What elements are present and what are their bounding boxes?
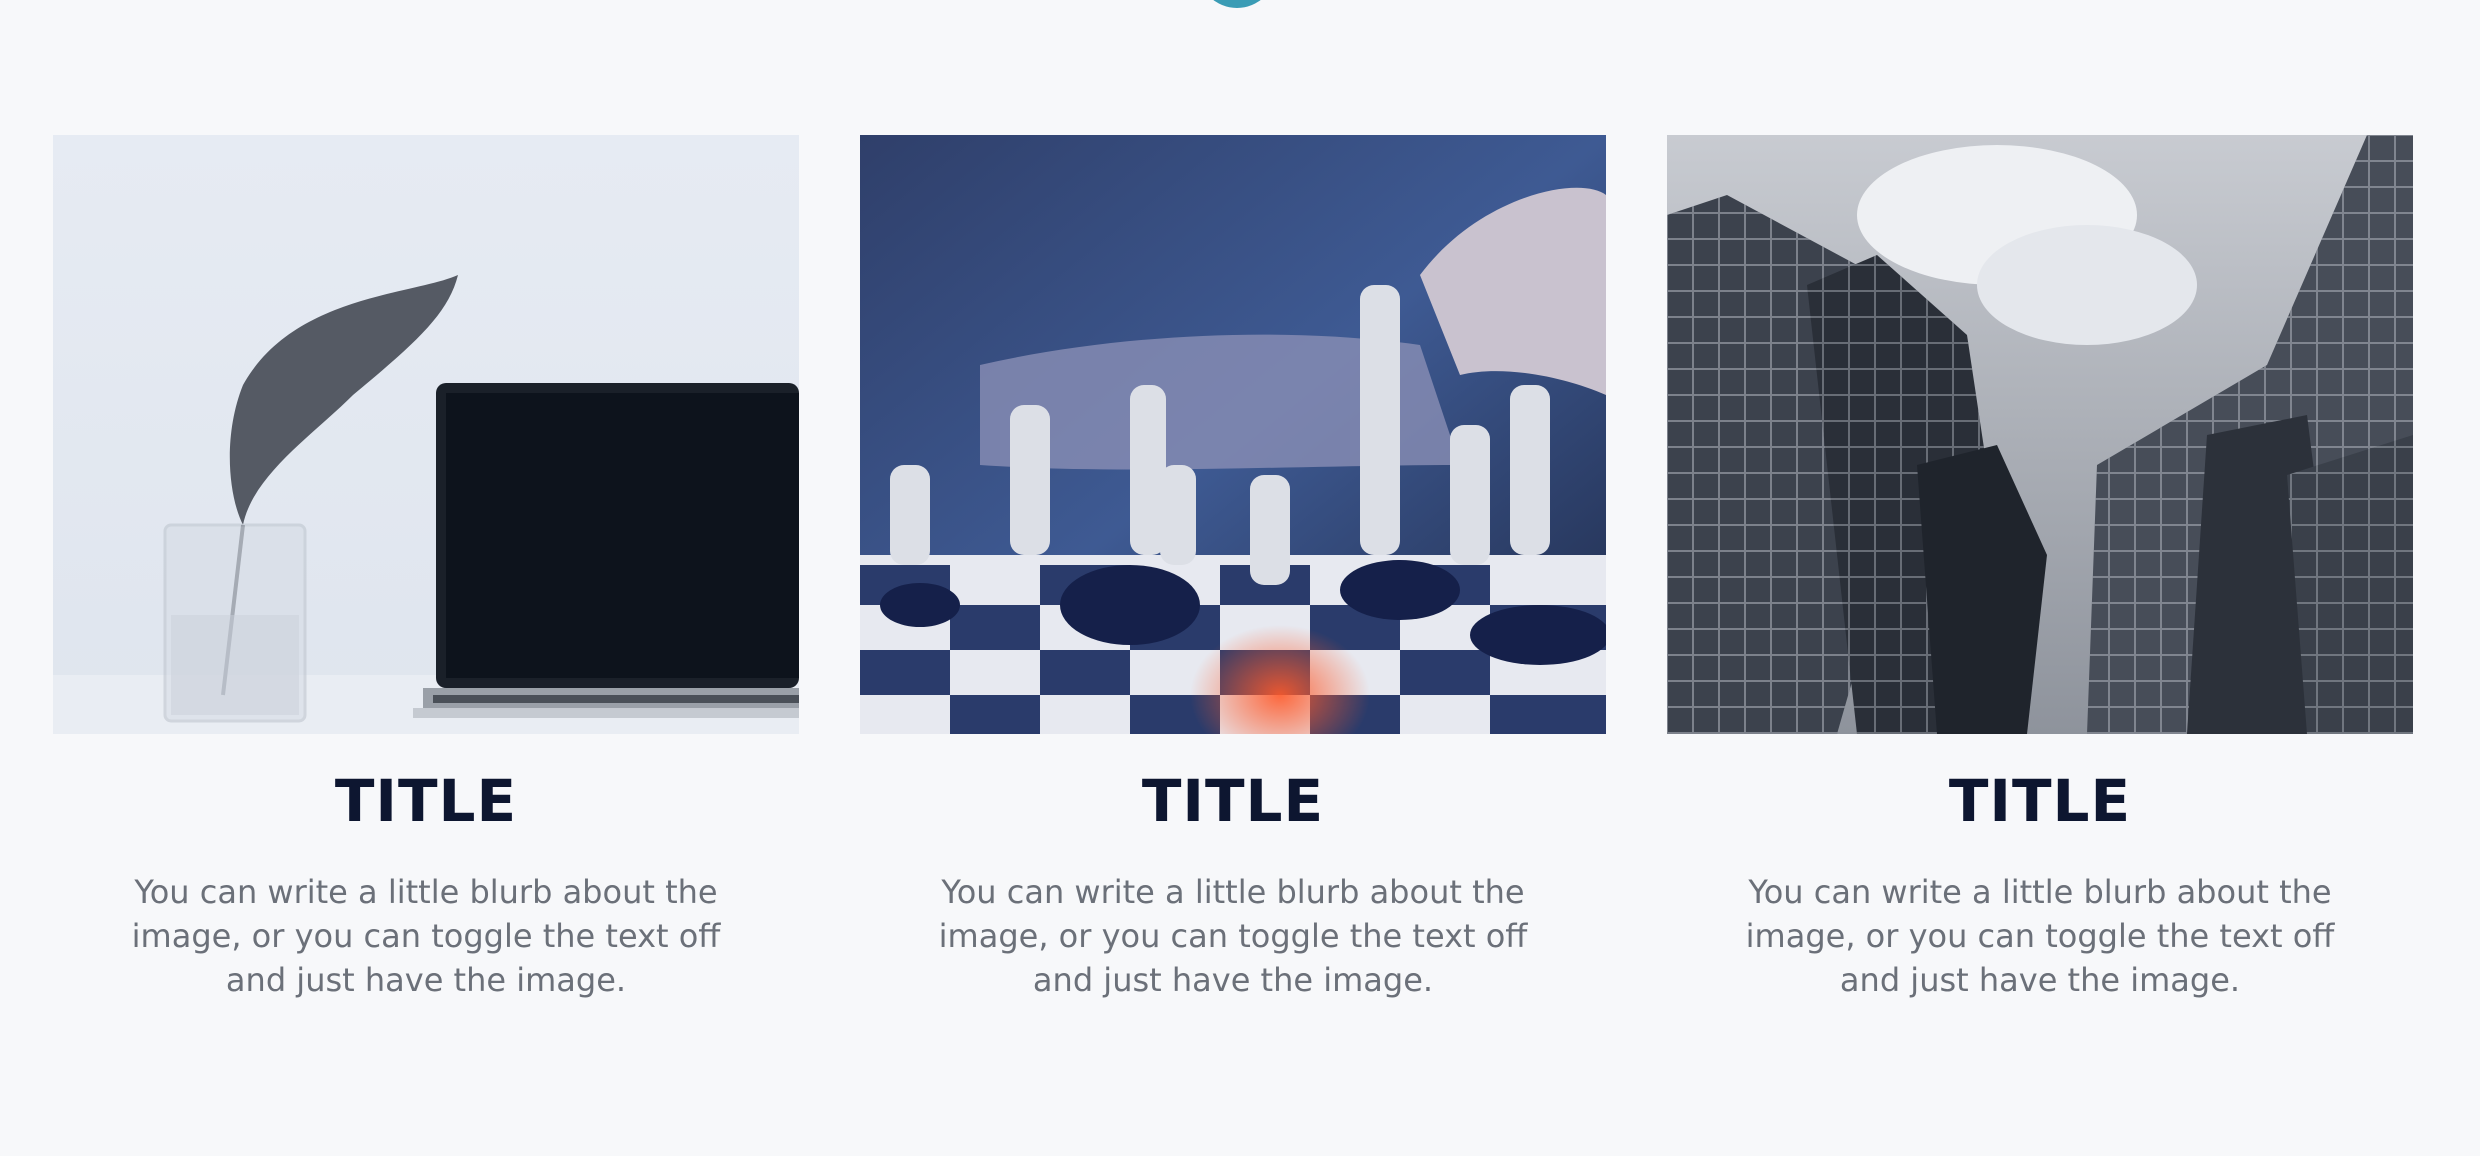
card-description: You can write a little blurb about the i…	[938, 873, 1528, 999]
card-title: TITLE	[1948, 767, 2132, 835]
gallery-card: TITLE You can write a little blurb about…	[860, 135, 1606, 1002]
chess-board-image	[860, 135, 1606, 734]
gallery-section: TITLE You can write a little blurb about…	[0, 0, 2480, 1156]
card-title: TITLE	[1141, 767, 1325, 835]
card-description: You can write a little blurb about the i…	[131, 873, 721, 999]
gallery-card: TITLE You can write a little blurb about…	[53, 135, 799, 1002]
gallery-card: TITLE You can write a little blurb about…	[1667, 135, 2413, 1002]
skyscrapers-image	[1667, 135, 2413, 734]
card-title: TITLE	[334, 767, 518, 835]
laptop-and-leaf-image	[53, 135, 799, 734]
card-description: You can write a little blurb about the i…	[1745, 873, 2335, 999]
accent-circle	[1198, 0, 1276, 8]
